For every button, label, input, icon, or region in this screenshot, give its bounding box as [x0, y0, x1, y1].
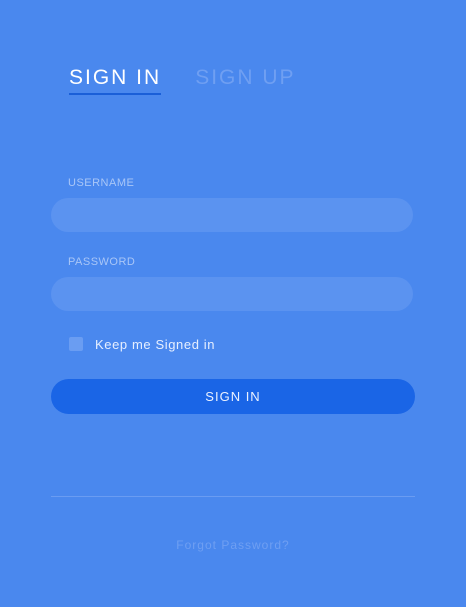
password-label: PASSWORD [68, 256, 136, 268]
auth-tabs: SIGN IN SIGN UP [69, 66, 296, 95]
tab-sign-up[interactable]: SIGN UP [195, 66, 295, 95]
sign-in-button[interactable]: SIGN IN [51, 379, 415, 414]
keep-signed-in-label[interactable]: Keep me Signed in [95, 337, 215, 352]
keep-signed-in-checkbox[interactable] [69, 337, 83, 351]
divider [51, 496, 415, 497]
forgot-password-link[interactable]: Forgot Password? [0, 538, 466, 552]
username-field[interactable] [51, 198, 413, 232]
tab-sign-in[interactable]: SIGN IN [69, 66, 162, 95]
password-field[interactable] [51, 277, 413, 311]
username-label: USERNAME [68, 177, 135, 189]
